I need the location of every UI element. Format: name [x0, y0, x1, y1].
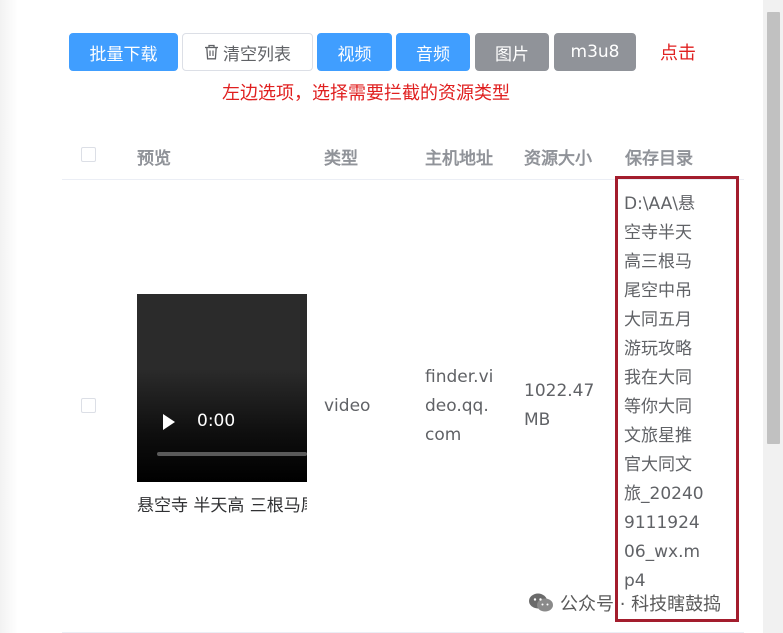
filter-audio-button[interactable]: 音频	[396, 33, 470, 71]
filter-video-label: 视频	[337, 44, 372, 65]
scrollbar-thumb[interactable]	[767, 12, 780, 444]
header-save-dir: 保存目录	[625, 149, 693, 169]
cell-save-dir: D:\AA\悬空寺半天高三根马尾空中吊大同五月游玩攻略我在大同等你大同文旅星推官…	[624, 194, 704, 591]
video-player[interactable]: 0:00	[137, 294, 307, 482]
table-header: 预览 类型 主机地址 资源大小 保存目录	[62, 130, 744, 180]
video-caption: 悬空寺 半天高 三根马尾空中吊	[137, 496, 307, 516]
filter-m3u8-button[interactable]: m3u8	[554, 33, 636, 71]
cell-host: finder.video.qq.com	[425, 367, 494, 445]
cell-type: video	[324, 396, 371, 416]
batch-download-label: 批量下载	[89, 44, 158, 65]
filter-image-button[interactable]: 图片	[475, 33, 549, 71]
trash-icon	[204, 44, 219, 60]
wechat-icon	[528, 592, 554, 614]
scrollbar[interactable]	[763, 0, 783, 633]
cell-size: 1022.47 MB	[524, 381, 595, 430]
play-icon[interactable]	[163, 414, 175, 430]
video-time: 0:00	[197, 411, 236, 431]
clear-list-button[interactable]: 清空列表	[182, 33, 313, 71]
select-all-checkbox[interactable]	[81, 147, 96, 162]
watermark: 公众号 · 科技瞎鼓捣	[528, 590, 721, 616]
clear-list-label: 清空列表	[223, 44, 291, 65]
header-host: 主机地址	[425, 149, 493, 169]
header-type: 类型	[324, 149, 358, 169]
resource-type-hint: 左边选项，选择需要拦截的资源类型	[222, 83, 510, 104]
filter-video-button[interactable]: 视频	[317, 33, 392, 71]
filter-image-label: 图片	[495, 44, 529, 65]
filter-audio-label: 音频	[416, 44, 450, 65]
click-hint: 点击	[660, 43, 696, 64]
header-size: 资源大小	[524, 149, 592, 169]
app-page: 批量下载 清空列表 视频 音频 图片 m3u8 点击 左边选项，选择需要拦截的资…	[0, 0, 783, 633]
left-edge	[0, 0, 18, 633]
header-preview: 预览	[137, 149, 171, 169]
filter-m3u8-label: m3u8	[570, 42, 620, 62]
video-progress-bar[interactable]	[157, 452, 307, 456]
watermark-text: 公众号 · 科技瞎鼓捣	[560, 594, 722, 615]
batch-download-button[interactable]: 批量下载	[69, 33, 178, 71]
row-checkbox[interactable]	[81, 398, 96, 413]
